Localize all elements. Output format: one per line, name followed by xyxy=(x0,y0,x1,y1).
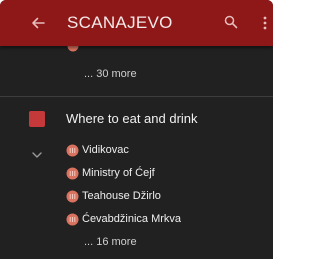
arrow-left-icon[interactable] xyxy=(30,15,46,31)
place-name: Vidikovac xyxy=(82,144,129,156)
more-vert-icon[interactable] xyxy=(262,15,268,31)
category-color-swatch xyxy=(29,111,45,127)
food-pin-icon xyxy=(66,213,79,226)
app-window: SCANAJEVO ... 30 more Where to eat and d… xyxy=(0,0,273,259)
food-pin-icon xyxy=(66,144,79,157)
place-name: Ministry of Ćejf xyxy=(82,167,155,179)
place-name: Teahouse Džirlo xyxy=(82,190,161,202)
more-places-link[interactable]: ... 30 more xyxy=(84,68,137,80)
more-places-link[interactable]: ... 16 more xyxy=(84,236,137,248)
category-list: ... 30 more Where to eat and drink Vidik… xyxy=(0,40,273,259)
food-pin-icon xyxy=(66,167,79,180)
chevron-down-icon[interactable] xyxy=(31,146,43,158)
search-icon[interactable] xyxy=(223,14,239,30)
place-name: Ćevabdžinica Mrkva xyxy=(82,213,182,225)
category-title[interactable]: Where to eat and drink xyxy=(66,111,198,126)
app-bar: SCANAJEVO xyxy=(0,0,273,46)
app-title: SCANAJEVO xyxy=(67,13,173,32)
food-pin-icon xyxy=(66,190,79,203)
section-divider xyxy=(0,96,273,97)
